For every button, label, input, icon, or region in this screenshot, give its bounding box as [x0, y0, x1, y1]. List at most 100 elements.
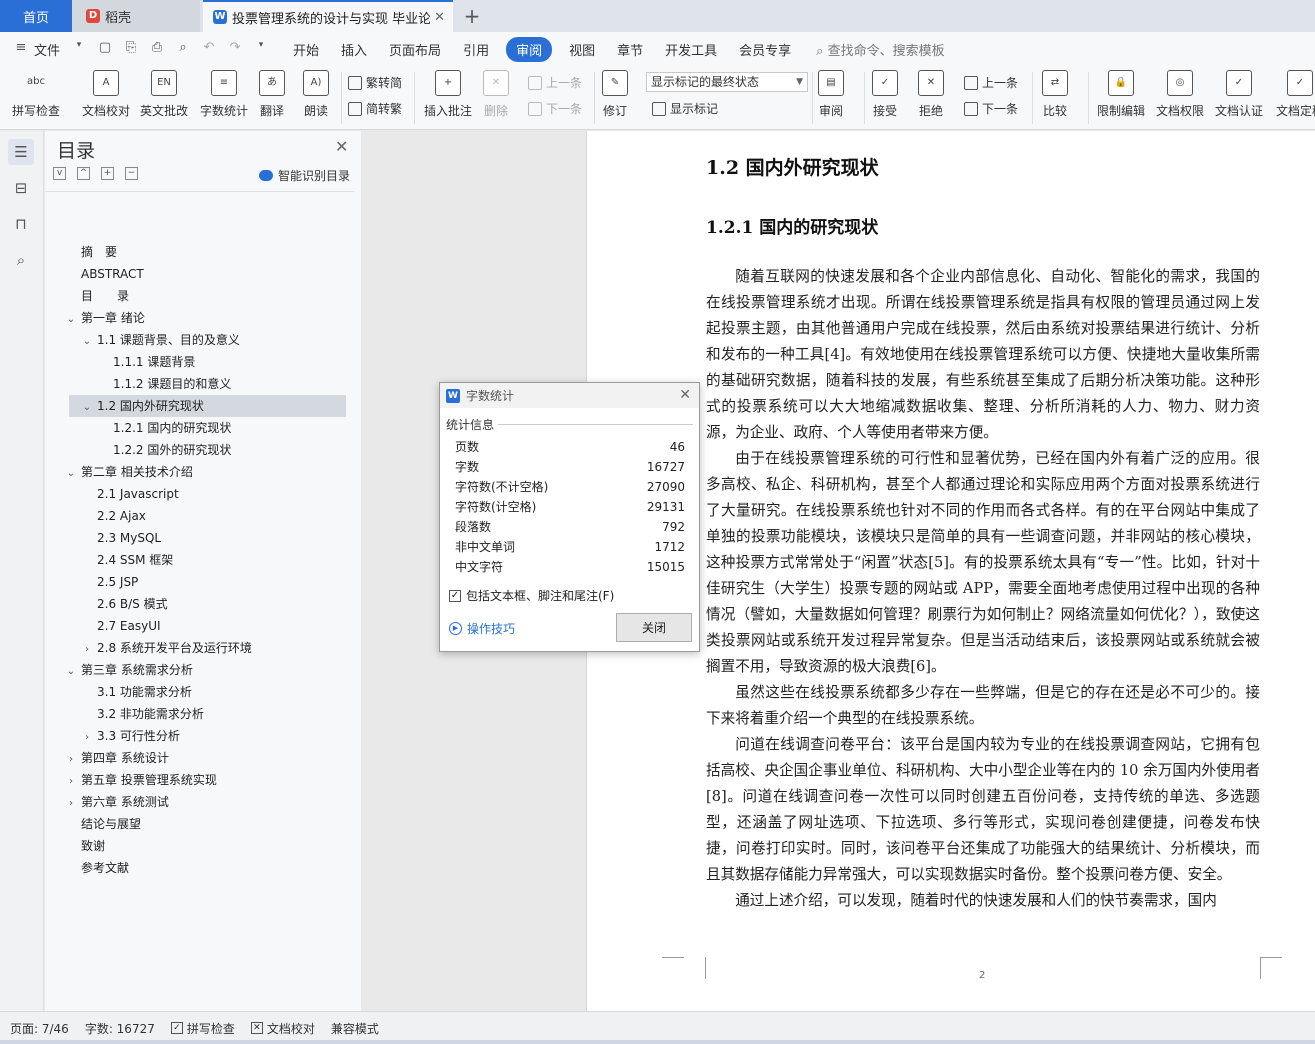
close-icon[interactable]: ✕	[679, 387, 691, 403]
toc-item[interactable]: 2.2 Ajax	[45, 505, 361, 527]
spell-check-button[interactable]: abc 拼写检查	[12, 70, 60, 119]
toc-item[interactable]: 3.1 功能需求分析	[45, 681, 361, 703]
add-heading-icon[interactable]: +	[101, 167, 114, 180]
compare-button[interactable]: ⇄ 比较	[1042, 70, 1068, 119]
remove-heading-icon[interactable]: −	[125, 167, 138, 180]
export-icon[interactable]: ⎘	[122, 40, 140, 58]
chevron-right-icon[interactable]: ›	[81, 727, 93, 749]
chevron-right-icon[interactable]: ›	[81, 639, 93, 661]
menu-references[interactable]: 引用	[452, 40, 500, 59]
delete-comment-button[interactable]: ✕ 删除	[483, 70, 509, 119]
print-icon[interactable]: ⎙	[148, 40, 166, 58]
expand-all-icon[interactable]: v	[53, 167, 66, 180]
search-icon[interactable]: ⌕	[8, 247, 34, 273]
toc-item[interactable]: ⌄ 1.1 课题背景、目的及意义	[45, 329, 361, 351]
hamburger-icon[interactable]: ≡	[12, 40, 30, 58]
proofread-toggle[interactable]: ✕ 文档校对	[250, 1020, 315, 1037]
spell-check-toggle[interactable]: ✓ 拼写检查	[170, 1020, 235, 1037]
proofread-button[interactable]: A 文档校对	[82, 70, 130, 119]
chevron-down-icon[interactable]: ⌄	[81, 331, 93, 353]
page-indicator[interactable]: 页面: 7/46	[10, 1020, 69, 1037]
toc-item[interactable]: 2.7 EasyUI	[45, 615, 361, 637]
toc-item[interactable]: › 第六章 系统测试	[45, 791, 361, 813]
collapse-all-icon[interactable]: ^	[77, 167, 90, 180]
toc-item[interactable]: ⌄ 第二章 相关技术介绍	[45, 461, 361, 483]
toc-item[interactable]: 2.5 JSP	[45, 571, 361, 593]
trad-to-simp-button[interactable]: 繁转简	[348, 74, 402, 91]
toc-item[interactable]: › 3.3 可行性分析	[45, 725, 361, 747]
prev-comment-button[interactable]: 上一条	[528, 74, 582, 91]
toc-item[interactable]: 2.3 MySQL	[45, 527, 361, 549]
smart-toc-button[interactable]: 智能识别目录	[259, 167, 350, 184]
tab-close-icon[interactable]: ✕	[434, 10, 445, 25]
simp-to-trad-button[interactable]: 简转繁	[348, 100, 402, 117]
review-pane-button[interactable]: ▤ 审阅	[818, 70, 844, 119]
track-changes-button[interactable]: ✎ 修订	[602, 70, 628, 119]
chevron-down-icon[interactable]: ⌄	[81, 397, 93, 419]
undo-icon[interactable]: ↶	[200, 40, 218, 58]
toc-item[interactable]: ⌄ 第三章 系统需求分析	[45, 659, 361, 681]
menu-layout[interactable]: 页面布局	[378, 40, 452, 59]
reject-button[interactable]: ✕ 拒绝	[918, 70, 944, 119]
menu-chapter[interactable]: 章节	[606, 40, 654, 59]
toc-item[interactable]: 2.4 SSM 框架	[45, 549, 361, 571]
toc-item[interactable]: 2.6 B/S 模式	[45, 593, 361, 615]
english-review-button[interactable]: EN 英文批改	[140, 70, 188, 119]
toc-item[interactable]: 致谢	[45, 835, 361, 857]
command-search[interactable]: ⌕ 查找命令、搜索模板	[816, 40, 944, 59]
toc-item[interactable]: 1.2.1 国内的研究现状	[45, 417, 361, 439]
new-tab-button[interactable]: +	[460, 0, 484, 32]
menu-start[interactable]: 开始	[282, 40, 330, 59]
print-preview-icon[interactable]: ⌕	[174, 40, 192, 58]
tab-straw[interactable]: D 稻壳	[72, 0, 200, 32]
toc-item[interactable]: 1.1.2 课题目的和意义	[45, 373, 361, 395]
close-icon[interactable]: ✕	[335, 137, 348, 156]
markup-state-select[interactable]: 显示标记的最终状态 ▼	[646, 72, 808, 92]
toc-item[interactable]: 1.2.2 国外的研究现状	[45, 439, 361, 461]
word-count-indicator[interactable]: 字数: 16727	[85, 1020, 155, 1037]
chevron-right-icon[interactable]: ›	[65, 793, 77, 815]
dialog-title-bar[interactable]: W 字数统计	[440, 383, 699, 408]
include-textbox-checkbox[interactable]: ✓ 包括文本框、脚注和尾注(F)	[449, 587, 614, 604]
toc-item[interactable]: › 第五章 投票管理系统实现	[45, 769, 361, 791]
file-menu[interactable]: 文件	[34, 40, 60, 59]
toc-item[interactable]: 摘 要	[45, 241, 361, 263]
show-markup-button[interactable]: 显示标记	[652, 100, 718, 117]
toc-panel-icon[interactable]: ☰	[8, 139, 34, 165]
toc-item[interactable]: 1.1.1 课题背景	[45, 351, 361, 373]
chevron-down-icon[interactable]: ⌄	[65, 463, 77, 485]
menu-developer[interactable]: 开发工具	[654, 40, 728, 59]
chevron-right-icon[interactable]: ›	[65, 749, 77, 771]
save-icon[interactable]: ▢	[96, 40, 114, 58]
close-button[interactable]: 关闭	[616, 613, 692, 642]
menu-member[interactable]: 会员专享	[728, 40, 802, 59]
chevron-down-icon[interactable]: ⌄	[65, 309, 77, 331]
menu-view[interactable]: 视图	[558, 40, 606, 59]
next-change-button[interactable]: 下一条	[964, 100, 1018, 117]
bookmark-icon[interactable]: ⊓	[8, 211, 34, 237]
translate-button[interactable]: あ 翻译	[259, 70, 285, 119]
document-permission-button[interactable]: ◎ 文档权限	[1156, 70, 1204, 119]
toc-item[interactable]: 3.2 非功能需求分析	[45, 703, 361, 725]
toc-item[interactable]: › 第四章 系统设计	[45, 747, 361, 769]
menu-review[interactable]: 审阅	[506, 36, 553, 62]
toc-item[interactable]: 2.1 Javascript	[45, 483, 361, 505]
tips-link[interactable]: ▶ 操作技巧	[449, 620, 515, 637]
next-comment-button[interactable]: 下一条	[528, 100, 582, 117]
document-certify-button[interactable]: ✓ 文档认证	[1215, 70, 1263, 119]
tab-home[interactable]: 首页	[0, 0, 72, 32]
toc-item[interactable]: 结论与展望	[45, 813, 361, 835]
chevron-right-icon[interactable]: ›	[65, 771, 77, 793]
chapter-nav-icon[interactable]: ⊟	[8, 175, 34, 201]
toc-item[interactable]: ABSTRACT	[45, 263, 361, 285]
tab-document[interactable]: W 投票管理系统的设计与实现 毕业论文 ✕	[203, 0, 453, 32]
word-count-button[interactable]: ≡ 字数统计	[200, 70, 248, 119]
menu-insert[interactable]: 插入	[330, 40, 378, 59]
redo-icon[interactable]: ↷	[226, 40, 244, 58]
insert-comment-button[interactable]: + 插入批注	[424, 70, 472, 119]
toc-item[interactable]: ⌄ 第一章 绪论	[45, 307, 361, 329]
toc-item[interactable]: ⌄ 1.2 国内外研究现状	[69, 395, 346, 417]
restrict-editing-button[interactable]: 🔒 限制编辑	[1097, 70, 1145, 119]
toc-item[interactable]: 参考文献	[45, 857, 361, 879]
chevron-down-icon[interactable]: ⌄	[65, 661, 77, 683]
